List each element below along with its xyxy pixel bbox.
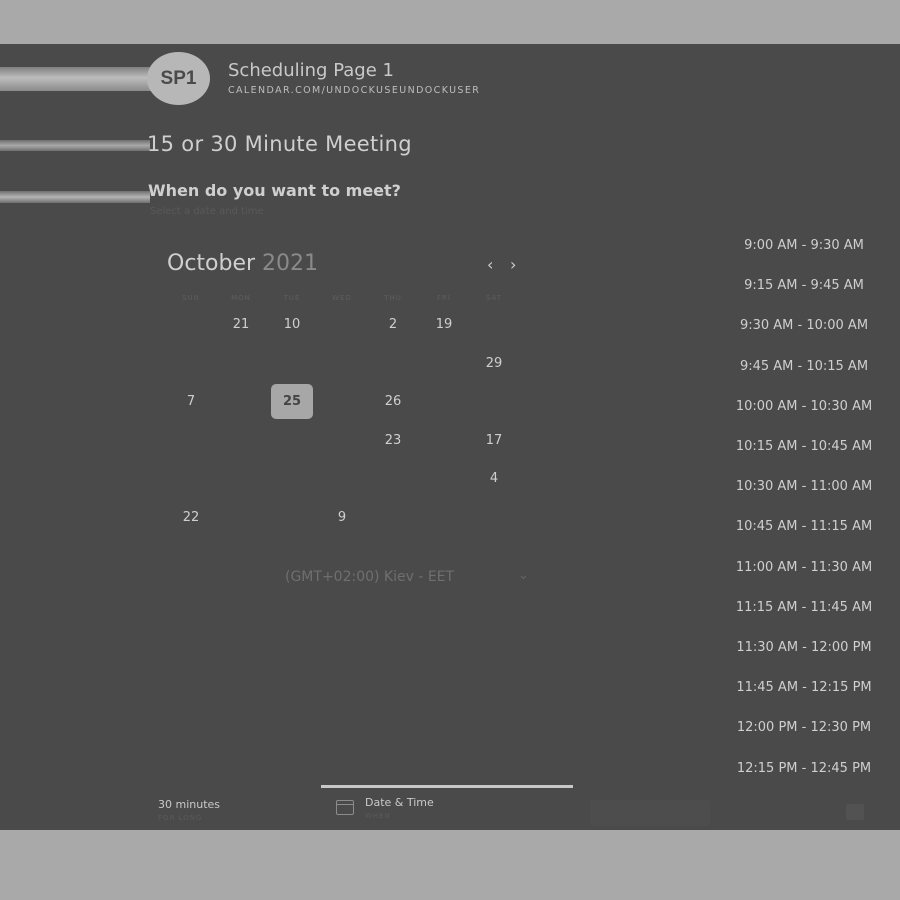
calendar-day[interactable]: 29 xyxy=(473,346,515,381)
tab-date-time[interactable]: Date & Time xyxy=(365,796,434,809)
weekday-label: SAT xyxy=(485,294,503,302)
calendar-month-label: October 2021 xyxy=(167,251,318,276)
scheduling-page-name: Scheduling Page 1 xyxy=(228,60,394,81)
time-slot[interactable]: 9:30 AM - 10:00 AM xyxy=(728,318,880,333)
scheduling-page-url[interactable]: CALENDAR.COM/UNDOCKUSEUNDOCKUSER xyxy=(228,85,480,96)
weekday-label: WED xyxy=(332,294,352,302)
question-decor-stripe xyxy=(0,191,150,203)
title-decor-stripe xyxy=(0,140,150,151)
calendar-icon xyxy=(336,800,354,815)
avatar: SP1 xyxy=(147,52,210,105)
calendar-day[interactable]: 22 xyxy=(170,500,212,535)
calendar-day[interactable]: 17 xyxy=(473,423,515,458)
calendar-day[interactable]: 26 xyxy=(372,384,414,419)
footer-duration-sub: FOR LONG xyxy=(158,814,203,822)
footer-faded-button[interactable] xyxy=(590,800,710,826)
calendar-month: October xyxy=(167,251,256,276)
footer-faded-icon[interactable] xyxy=(846,804,864,820)
active-tab-indicator xyxy=(321,785,573,788)
time-slot[interactable]: 9:45 AM - 10:15 AM xyxy=(728,359,880,374)
scheduling-page: SP1 Scheduling Page 1 CALENDAR.COM/UNDOC… xyxy=(0,44,900,830)
time-slot[interactable]: 9:00 AM - 9:30 AM xyxy=(728,238,880,253)
time-slot[interactable]: 10:00 AM - 10:30 AM xyxy=(728,399,880,414)
timezone-select[interactable]: (GMT+02:00) Kiev - EET xyxy=(285,569,454,585)
meeting-title: 15 or 30 Minute Meeting xyxy=(147,132,412,156)
chevron-down-icon[interactable]: ⌄ xyxy=(518,568,529,583)
tab-date-time-sub: WHEN xyxy=(365,812,391,820)
calendar-day[interactable]: 21 xyxy=(220,307,262,342)
calendar-day[interactable]: 9 xyxy=(321,500,363,535)
time-slot[interactable]: 10:15 AM - 10:45 AM xyxy=(728,439,880,454)
calendar-day[interactable]: 10 xyxy=(271,307,313,342)
meeting-instruction: Select a date and time xyxy=(150,206,264,217)
meeting-question: When do you want to meet? xyxy=(148,181,401,200)
time-slot[interactable]: 11:00 AM - 11:30 AM xyxy=(728,560,880,575)
footer-duration[interactable]: 30 minutes xyxy=(158,798,220,811)
weekday-label: FRI xyxy=(437,294,451,302)
chevron-left-icon: ‹ xyxy=(487,255,494,274)
next-month-button[interactable]: › xyxy=(510,255,516,274)
time-slot[interactable]: 10:45 AM - 11:15 AM xyxy=(728,519,880,534)
calendar-day[interactable]: 2 xyxy=(372,307,414,342)
time-slot[interactable]: 9:15 AM - 9:45 AM xyxy=(728,278,880,293)
weekday-label: MON xyxy=(231,294,251,302)
calendar-day[interactable]: 19 xyxy=(423,307,465,342)
time-slot[interactable]: 10:30 AM - 11:00 AM xyxy=(728,479,880,494)
time-slot[interactable]: 11:15 AM - 11:45 AM xyxy=(728,600,880,615)
time-slot[interactable]: 11:30 AM - 12:00 PM xyxy=(728,640,880,655)
weekday-label: TUE xyxy=(283,294,301,302)
time-slot[interactable]: 12:15 PM - 12:45 PM xyxy=(728,761,880,776)
calendar-day[interactable]: 23 xyxy=(372,423,414,458)
prev-month-button[interactable]: ‹ xyxy=(487,255,493,274)
weekday-label: THU xyxy=(384,294,402,302)
calendar-year: 2021 xyxy=(262,251,319,276)
calendar-day-selected[interactable]: 25 xyxy=(271,384,313,419)
time-slot[interactable]: 11:45 AM - 12:15 PM xyxy=(728,680,880,695)
time-slot[interactable]: 12:00 PM - 12:30 PM xyxy=(728,720,880,735)
weekday-label: SUN xyxy=(182,294,200,302)
chevron-right-icon: › xyxy=(510,255,517,274)
calendar-day[interactable]: 7 xyxy=(170,384,212,419)
calendar-day[interactable]: 4 xyxy=(473,461,515,496)
